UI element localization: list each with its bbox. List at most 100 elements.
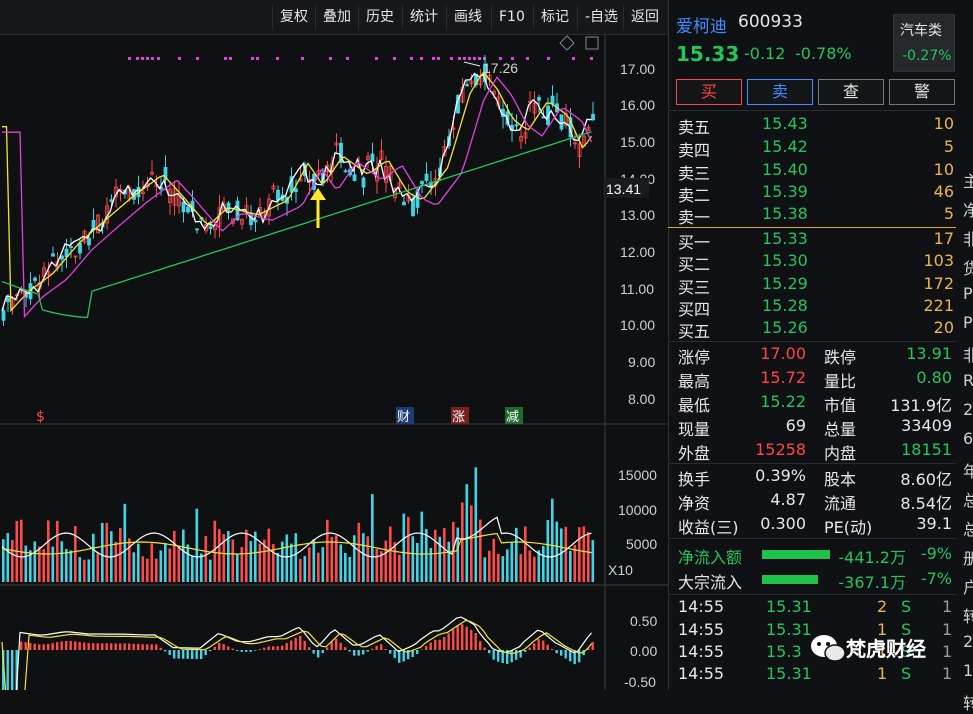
macd-bar xyxy=(515,650,518,660)
alert-button[interactable]: 警 xyxy=(889,79,955,105)
volume-bar xyxy=(267,528,271,582)
macd-bar xyxy=(141,644,144,650)
stat-value: 0.39% xyxy=(755,466,806,485)
back-button[interactable]: 返回 xyxy=(623,5,666,29)
macd-bar xyxy=(321,650,324,654)
volume-bar xyxy=(114,541,118,582)
signal-dot xyxy=(458,57,461,60)
query-button[interactable]: 查 xyxy=(818,79,884,105)
volume-bar xyxy=(546,519,550,582)
watchlist-button[interactable]: -自选 xyxy=(577,5,625,29)
macd-bar xyxy=(209,650,212,651)
ask-price: 15.38 xyxy=(762,204,808,223)
bid-label: 买二 xyxy=(678,255,711,274)
history-button[interactable]: 历史 xyxy=(358,5,401,29)
event-marker-reduce[interactable]: 减 xyxy=(506,410,519,425)
macd-bar xyxy=(357,650,360,656)
bid-volume: 17 xyxy=(933,229,954,248)
volume-bar xyxy=(555,521,559,582)
macd-bar xyxy=(240,650,243,652)
macd-bar xyxy=(164,650,167,652)
macd-bar xyxy=(51,643,54,650)
macd-bar xyxy=(110,643,113,650)
volume-bar xyxy=(20,519,23,582)
signal-dot xyxy=(276,57,279,60)
macd-bar xyxy=(362,650,365,655)
signal-dot xyxy=(136,57,139,60)
stat-value: 13.91 xyxy=(906,344,952,363)
macd-bar xyxy=(348,650,351,652)
signal-dot xyxy=(157,57,160,60)
macd-bar xyxy=(78,641,81,650)
macd-bar xyxy=(24,642,27,650)
volume-bar xyxy=(447,541,451,582)
stat-value: 33409 xyxy=(901,416,952,435)
peak-price-label: 17.26 xyxy=(483,60,518,76)
volume-bar xyxy=(483,557,487,582)
macd-bar xyxy=(438,639,441,650)
clipped-label: 1 xyxy=(963,661,973,680)
draw-line-button[interactable]: 画线 xyxy=(446,5,489,29)
fuquan-button[interactable]: 复权 xyxy=(272,5,315,29)
macd-bar xyxy=(564,650,567,659)
clipped-label: 2 xyxy=(963,632,973,651)
event-marker-rise[interactable]: 涨 xyxy=(452,410,465,425)
event-marker-finance[interactable]: 财 xyxy=(397,410,410,425)
statistics-button[interactable]: 统计 xyxy=(402,5,445,29)
stat-value: 69 xyxy=(785,416,806,435)
stat-label: 量比 xyxy=(824,372,857,391)
clipped-label: 非 xyxy=(963,346,973,365)
f10-button[interactable]: F10 xyxy=(491,5,532,29)
macd-bar xyxy=(483,647,486,650)
bid-label: 买一 xyxy=(678,233,711,252)
price-tick: 8.00 xyxy=(628,391,655,407)
volume-bar xyxy=(501,556,505,582)
price-tick: 11.00 xyxy=(620,281,654,297)
stat-value: 0.300 xyxy=(760,514,806,533)
buy-button[interactable]: 买 xyxy=(676,79,742,105)
stat-value: 0.80 xyxy=(916,368,952,387)
volume-bar xyxy=(137,543,140,582)
clipped-label: 总 xyxy=(963,491,973,510)
volume-bar xyxy=(132,552,136,582)
macd-bar xyxy=(119,643,122,650)
volume-bar xyxy=(299,558,302,582)
macd-bar xyxy=(105,643,108,650)
volume-bar xyxy=(51,546,55,582)
sell-button[interactable]: 卖 xyxy=(747,79,813,105)
volume-bar xyxy=(398,554,401,582)
event-marker-dollar[interactable]: $ xyxy=(36,409,45,425)
macd-bar xyxy=(366,650,369,652)
signal-dot xyxy=(256,57,259,60)
signal-dot xyxy=(178,57,181,60)
volume-unit: X10 xyxy=(608,562,633,578)
flow-pct: -7% xyxy=(920,569,952,588)
stat-label: 最低 xyxy=(678,396,711,415)
macd-bar xyxy=(452,629,455,650)
bid-label: 买五 xyxy=(678,322,711,341)
stat-label: 内盘 xyxy=(824,444,857,463)
ask-price: 15.39 xyxy=(762,182,808,201)
macd-bar xyxy=(263,647,266,650)
volume-bar xyxy=(290,543,293,582)
signal-dot xyxy=(468,57,471,60)
flow-bar xyxy=(762,575,818,584)
macd-bar xyxy=(546,644,549,650)
volume-bar xyxy=(348,556,352,582)
volume-bar xyxy=(128,538,131,582)
volume-bar xyxy=(474,467,478,582)
mark-button[interactable]: 标记 xyxy=(533,5,576,29)
watermark-text: 梵虎财经 xyxy=(846,637,926,661)
volume-bar xyxy=(407,516,410,582)
volume-bar xyxy=(240,547,244,582)
overlay-button[interactable]: 叠加 xyxy=(315,5,358,29)
macd-bar xyxy=(479,641,482,650)
macd-bar xyxy=(326,647,329,650)
macd-bar xyxy=(371,648,374,650)
macd-bar xyxy=(47,643,50,650)
volume-bar xyxy=(101,522,104,582)
flow-label: 大宗流入 xyxy=(678,573,743,592)
ask-volume: 5 xyxy=(943,137,954,156)
kline-chart[interactable]: 17.26 17.00 16.00 15.00 14.00 13.00 12.0… xyxy=(0,35,668,690)
chart-toolbar: 复权 叠加 历史 统计 画线 F10 标记 -自选 返回 xyxy=(0,0,668,35)
